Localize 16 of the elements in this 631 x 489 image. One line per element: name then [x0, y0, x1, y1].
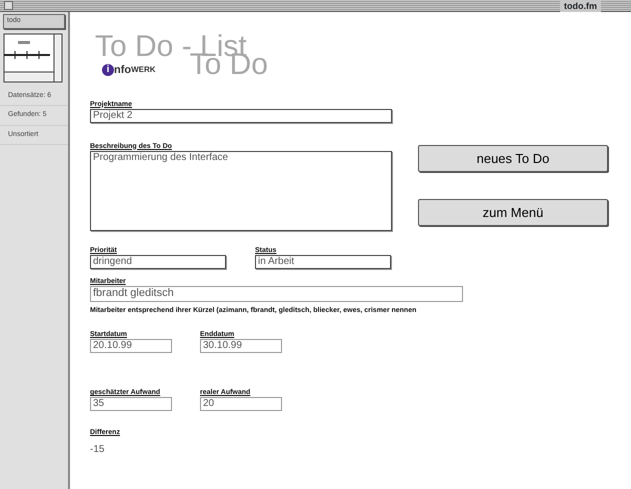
window-title: todo.fm: [560, 0, 601, 12]
text-field[interactable]: in Arbeit: [255, 254, 391, 268]
number-field[interactable]: 20: [200, 397, 282, 411]
text-field[interactable]: Projekt 2: [90, 108, 392, 122]
logo: i nfoWERK: [102, 62, 156, 78]
text-field[interactable]: fbrandt gleditsch: [90, 286, 463, 302]
action-button[interactable]: neues To Do: [418, 145, 608, 172]
difference-value: -15: [90, 443, 106, 457]
date-field[interactable]: 30.10.99: [200, 339, 282, 353]
action-button[interactable]: zum Menü: [418, 199, 608, 226]
date-field[interactable]: 20.10.99: [90, 339, 172, 353]
text-field[interactable]: dringend: [90, 254, 226, 268]
close-box[interactable]: [4, 1, 13, 10]
text-area[interactable]: Programmierung des Interface: [90, 150, 392, 230]
number-field[interactable]: 35: [90, 397, 172, 411]
book-icon[interactable]: [3, 32, 63, 82]
